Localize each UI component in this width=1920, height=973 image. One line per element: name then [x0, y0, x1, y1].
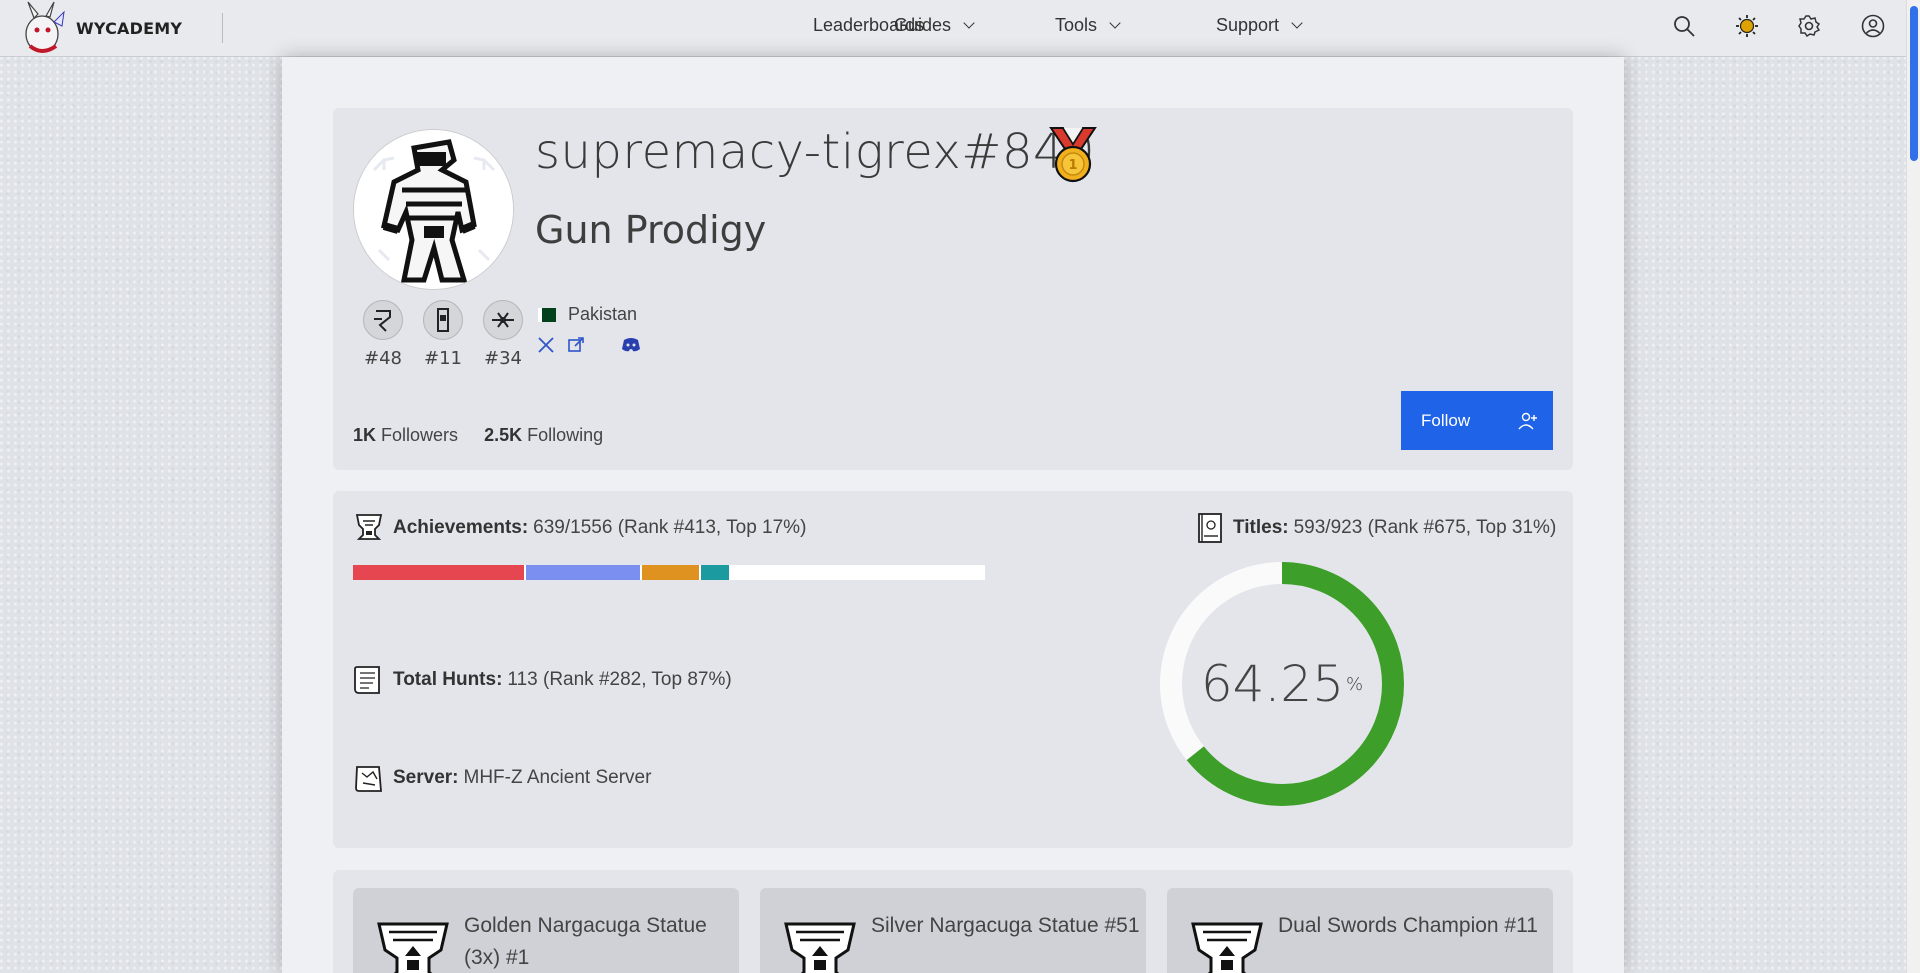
chevron-down-icon — [1109, 17, 1121, 29]
server-label: Server: — [393, 767, 459, 788]
nav-link-label: Support — [1216, 15, 1280, 35]
profile-title: Gun Prodigy — [535, 208, 767, 252]
weapon-badge[interactable]: #11 — [413, 300, 473, 369]
search-icon[interactable] — [1672, 14, 1696, 38]
social-links — [537, 336, 641, 354]
followers-label[interactable]: Followers — [381, 425, 458, 445]
settings-gear-icon[interactable] — [1797, 14, 1821, 38]
titles-book-icon — [1198, 513, 1222, 543]
achievement-progress-segment — [642, 565, 699, 580]
follow-stats: 1K Followers 2.5K Following — [353, 425, 603, 446]
nav-dropdown-guides[interactable]: Guides — [894, 15, 975, 36]
following-label[interactable]: Following — [527, 425, 603, 445]
server-map-scroll-icon — [355, 766, 382, 792]
hunter-avatar-icon — [354, 130, 513, 289]
weapon-badge[interactable]: #34 — [473, 300, 533, 369]
avatar — [353, 129, 514, 290]
awards-card: Golden Nargacuga Statue (3x) #1 Silver N… — [333, 870, 1573, 973]
statue-trophy-icon — [377, 922, 449, 973]
achievement-progress-segment — [701, 565, 729, 580]
award-name: Golden Nargacuga Statue (3x) #1 — [464, 914, 707, 969]
hunts-label: Total Hunts: — [393, 669, 503, 690]
nav-dropdown-support[interactable]: Support — [1216, 15, 1303, 36]
nav-link-label: Guides — [894, 15, 952, 35]
chevron-down-icon — [963, 17, 975, 29]
country-name: Pakistan — [568, 304, 638, 324]
award-card[interactable]: Silver Nargacuga Statue #51 — [760, 888, 1146, 973]
award-card[interactable]: Golden Nargacuga Statue (3x) #1 — [353, 888, 739, 973]
titles-percent: 64.25% — [1157, 559, 1407, 809]
page-scrollbar[interactable] — [1906, 0, 1920, 973]
x-twitter-icon[interactable] — [537, 336, 555, 354]
scrollbar-thumb[interactable] — [1910, 6, 1918, 161]
nav-link-label: Tools — [1055, 15, 1098, 35]
achievements-value: 639/1556 (Rank #413, Top 17%) — [533, 517, 807, 538]
award-name: Silver Nargacuga Statue #51 — [871, 914, 1140, 937]
theme-toggle-sun-icon[interactable] — [1735, 14, 1759, 38]
pakistan-flag-icon — [538, 307, 556, 322]
top-navbar: WYCADEMY Leaderboards Guides Tools Suppo… — [0, 0, 1906, 57]
weapon-badge[interactable]: #48 — [353, 300, 413, 369]
user-account-icon[interactable] — [1861, 14, 1885, 38]
heavy-bowgun-icon — [437, 308, 449, 332]
badge-rank: #34 — [484, 348, 522, 369]
gold-medal-icon: 1 — [1049, 127, 1097, 183]
hunts-scroll-icon — [354, 666, 380, 694]
titles-percent-value: 64.25 — [1200, 655, 1345, 713]
stats-card: Achievements: 639/1556 (Rank #413, Top 1… — [333, 491, 1573, 848]
follow-button[interactable]: Follow — [1401, 391, 1553, 450]
hunts-value: 113 (Rank #282, Top 87%) — [507, 669, 732, 690]
profile-username: supremacy-tigrex#840 — [535, 124, 1096, 180]
achievements-stat: Achievements: 639/1556 (Rank #413, Top 1… — [353, 511, 806, 545]
country: Pakistan — [538, 304, 637, 325]
main-content: supremacy-tigrex#840 1 Gun Prodigy #48 #… — [282, 57, 1624, 973]
rabbit-mascot-icon — [25, 1, 65, 53]
award-name: Dual Swords Champion #11 — [1278, 914, 1538, 937]
hunts-stat: Total Hunts: 113 (Rank #282, Top 87%) — [353, 663, 732, 697]
server-value: MHF-Z Ancient Server — [463, 767, 652, 788]
achievement-progress-segment — [353, 565, 524, 580]
brand-name: WYCADEMY — [76, 18, 183, 38]
titles-percent-unit: % — [1346, 673, 1364, 695]
server-stat: Server: MHF-Z Ancient Server — [353, 761, 651, 795]
achievement-progress-segment — [526, 565, 640, 580]
achievement-trophy-icon — [355, 514, 383, 540]
chevron-down-icon — [1291, 17, 1303, 29]
statue-trophy-icon — [1191, 922, 1263, 973]
bow-icon — [492, 312, 514, 328]
add-user-icon — [1518, 412, 1538, 429]
statue-trophy-icon — [784, 922, 856, 973]
gunlance-icon — [374, 310, 391, 332]
achievements-progress-bar — [353, 565, 985, 580]
followers-count: 1K — [353, 425, 377, 445]
nav-dropdown-tools[interactable]: Tools — [1055, 15, 1121, 36]
follow-button-label: Follow — [1421, 410, 1471, 430]
badge-rank: #48 — [364, 348, 402, 369]
brand-logo[interactable]: WYCADEMY — [0, 0, 182, 57]
award-card[interactable]: Dual Swords Champion #11 — [1167, 888, 1553, 973]
badge-rank: #11 — [424, 348, 462, 369]
titles-label: Titles: — [1233, 517, 1289, 538]
titles-stat: Titles: 593/923 (Rank #675, Top 31%) — [1193, 511, 1556, 545]
svg-text:1: 1 — [1068, 158, 1077, 173]
nav-divider — [222, 13, 224, 43]
following-count: 2.5K — [484, 425, 523, 445]
profile-card: supremacy-tigrex#840 1 Gun Prodigy #48 #… — [333, 108, 1573, 470]
discord-icon[interactable] — [621, 337, 641, 353]
external-link-icon[interactable] — [567, 336, 585, 354]
weapon-rank-badges: #48 #11 #34 — [353, 300, 533, 369]
achievements-label: Achievements: — [393, 517, 529, 538]
titles-value: 593/923 (Rank #675, Top 31%) — [1293, 517, 1557, 538]
